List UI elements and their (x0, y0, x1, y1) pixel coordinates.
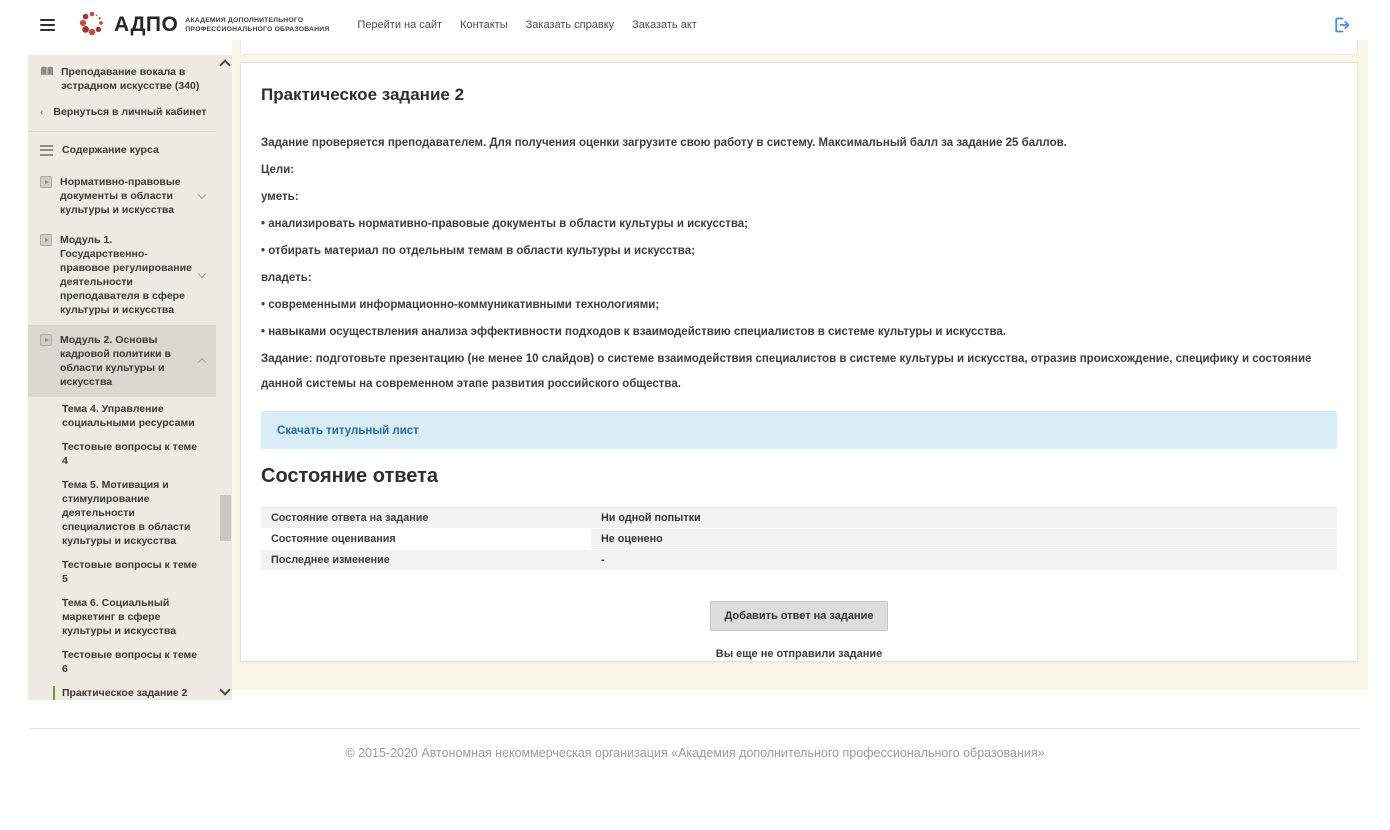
adpo-logo[interactable]: АДПО АКАДЕМИЯ ДОПОЛНИТЕЛЬНОГО ПРОФЕССИОН… (77, 8, 329, 43)
sidebar-item-topic-4[interactable]: Тема 4. Управление социальными ресурсами (28, 397, 216, 435)
status-row-label: Состояние оценивания (261, 529, 591, 550)
module-icon (40, 334, 52, 346)
table-row: Состояние оценивания Не оценено (261, 529, 1337, 550)
sidebar-item-test-topic-4[interactable]: Тестовые вопросы к теме 4 (28, 435, 216, 473)
nav-link-order-act[interactable]: Заказать акт (632, 19, 697, 31)
chevron-left-icon: ‹ (40, 106, 44, 118)
main-content-area: Практическое задание 2 Задание проверяет… (232, 40, 1368, 690)
bullet-item: • анализировать нормативно-правовые доку… (261, 212, 1337, 239)
status-row-value: Не оценено (591, 529, 1337, 550)
download-info-box: Скачать титульный лист (261, 411, 1337, 449)
skills-label: уметь: (261, 185, 1337, 212)
goals-label: Цели: (261, 158, 1337, 185)
not-submitted-note: Вы еще не отправили задание (261, 648, 1337, 660)
brand-name: АДПО (114, 13, 178, 37)
chevron-down-icon (198, 270, 206, 278)
sidebar-module-1[interactable]: Модуль 1. Государственно-правовое регули… (28, 225, 216, 325)
submission-status-heading: Состояние ответа (261, 465, 1337, 487)
task-description: Задание: подготовьте презентацию (не мен… (261, 347, 1337, 397)
book-icon (40, 66, 53, 93)
sidebar-divider (28, 131, 216, 132)
scroll-up-icon[interactable] (219, 59, 230, 70)
sidebar-item-test-topic-6[interactable]: Тестовые вопросы к теме 6 (28, 643, 216, 681)
adpo-logo-icon (77, 8, 107, 43)
sidebar-scrollbar[interactable] (217, 55, 232, 700)
bullet-item: • современными информационно-коммуникати… (261, 293, 1337, 320)
bullet-item: • отбирать материал по отдельным темам в… (261, 239, 1337, 266)
brand-tagline: АКАДЕМИЯ ДОПОЛНИТЕЛЬНОГО ПРОФЕССИОНАЛЬНО… (185, 16, 329, 34)
add-submission-button[interactable]: Добавить ответ на задание (710, 601, 887, 631)
possess-label: владеть: (261, 266, 1337, 293)
table-row: Состояние ответа на задание Ни одной поп… (261, 508, 1337, 529)
sidebar-item-topic-6[interactable]: Тема 6. Социальный маркетинг в сфере кул… (28, 591, 216, 643)
course-sidebar: Преподавание вокала в эстрадном искусств… (28, 55, 232, 700)
module-icon (40, 234, 52, 246)
sidebar-back-to-cabinet[interactable]: ‹ Вернуться в личный кабинет (28, 99, 216, 129)
table-row: Последнее изменение - (261, 550, 1337, 571)
footer-copyright: © 2015-2020 Автономная некоммерческая ор… (0, 746, 1390, 760)
sidebar-item-topic-5[interactable]: Тема 5. Мотивация и стимулирование деяте… (28, 473, 216, 553)
list-icon (40, 145, 53, 158)
bullet-item: • навыками осуществления анализа эффекти… (261, 320, 1337, 347)
hamburger-menu-icon[interactable] (38, 13, 57, 38)
scroll-down-icon[interactable] (219, 684, 230, 695)
status-row-label: Последнее изменение (261, 550, 591, 571)
chevron-down-icon (198, 191, 206, 199)
sidebar-item-practical-task-2[interactable]: Практическое задание 2 (28, 681, 216, 700)
footer-divider (30, 728, 1360, 729)
status-row-label: Состояние ответа на задание (261, 508, 591, 529)
top-navigation: Перейти на сайт Контакты Заказать справк… (357, 19, 696, 31)
logout-icon[interactable] (1332, 15, 1352, 40)
chevron-up-icon (198, 358, 206, 366)
nav-link-order-certificate[interactable]: Заказать справку (526, 19, 615, 31)
nav-link-contacts[interactable]: Контакты (460, 19, 508, 31)
assignment-card: Практическое задание 2 Задание проверяет… (240, 62, 1358, 662)
sidebar-module-2[interactable]: Модуль 2. Основы кадровой политики в обл… (28, 325, 216, 397)
status-row-value: Ни одной попытки (591, 508, 1337, 529)
nav-link-site[interactable]: Перейти на сайт (357, 19, 442, 31)
sidebar-item-test-topic-5[interactable]: Тестовые вопросы к теме 5 (28, 553, 216, 591)
sidebar-course-title[interactable]: Преподавание вокала в эстрадном искусств… (28, 55, 216, 99)
sidebar-module-normative-docs[interactable]: Нормативно-правовые документы в области … (28, 167, 216, 225)
scrolled-card-remnant (240, 40, 1358, 55)
page-title: Практическое задание 2 (261, 85, 1337, 105)
download-title-page-link[interactable]: Скачать титульный лист (277, 425, 419, 437)
button-container: Добавить ответ на задание (261, 601, 1337, 631)
assignment-description: Задание проверяется преподавателем. Для … (261, 131, 1337, 158)
sidebar-item-course-contents[interactable]: Содержание курса (28, 134, 216, 167)
submission-status-table: Состояние ответа на задание Ни одной поп… (261, 507, 1337, 571)
status-row-value: - (591, 550, 1337, 571)
module-icon (40, 176, 52, 188)
scrollbar-thumb[interactable] (220, 495, 231, 541)
